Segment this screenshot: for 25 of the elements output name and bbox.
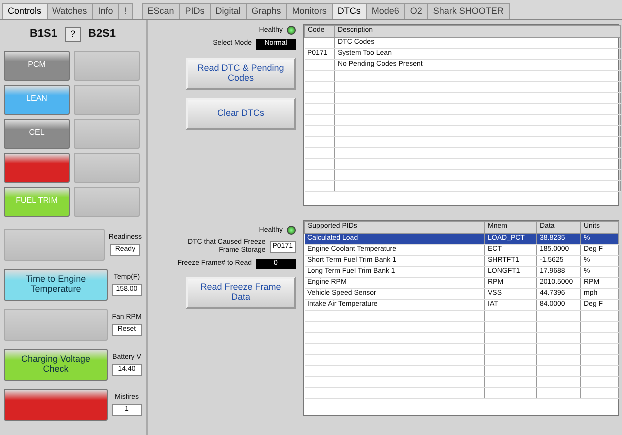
tab[interactable]: Info: [92, 3, 120, 19]
tab[interactable]: Monitors: [286, 3, 333, 19]
tab[interactable]: Digital: [210, 3, 247, 19]
status-button[interactable]: CEL: [4, 118, 70, 148]
test-button[interactable]: [4, 388, 108, 420]
tab[interactable]: EScan: [142, 3, 180, 19]
tab[interactable]: O2: [404, 3, 428, 19]
tab[interactable]: DTCs: [332, 3, 367, 19]
test-button[interactable]: Charging Voltage Check: [4, 348, 108, 380]
tab[interactable]: !: [118, 3, 133, 19]
test-button[interactable]: Time to Engine Temperature: [4, 268, 108, 300]
sensor-link[interactable]: B2S1: [88, 26, 116, 42]
tab[interactable]: Shark SHOOTER: [427, 3, 510, 19]
status-button[interactable]: [4, 152, 70, 182]
action-button[interactable]: Read DTC & Pending Codes: [186, 58, 296, 90]
action-button[interactable]: Clear DTCs: [186, 98, 296, 130]
tab[interactable]: Controls: [2, 3, 48, 19]
tab[interactable]: Watches: [46, 3, 94, 19]
action-button[interactable]: Read Freeze Frame Data: [186, 277, 296, 309]
help-button[interactable]: ?: [65, 26, 80, 42]
tab[interactable]: Graphs: [246, 3, 288, 19]
sensor-link[interactable]: B1S1: [30, 26, 58, 42]
tab[interactable]: PIDs: [179, 3, 211, 19]
status-button[interactable]: PCM: [4, 50, 70, 80]
tab[interactable]: Mode6: [366, 3, 406, 19]
